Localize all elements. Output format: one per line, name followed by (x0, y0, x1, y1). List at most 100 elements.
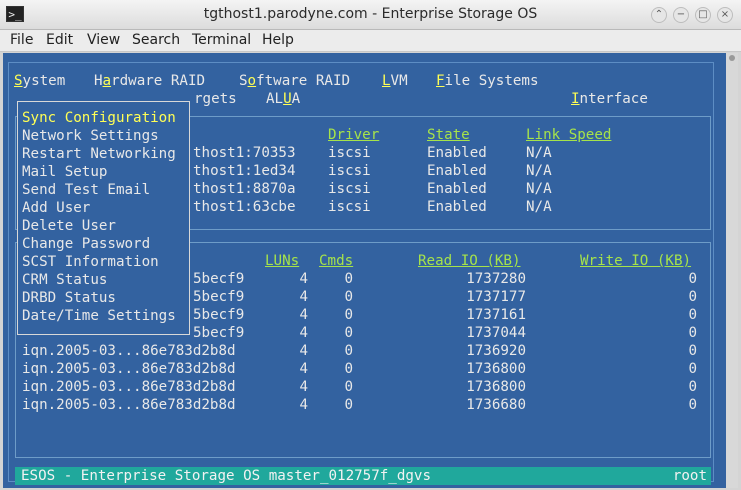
topmenu-file-systems-hotkey: F (436, 73, 445, 89)
terminal-scrollbar[interactable] (726, 53, 738, 488)
topmenu-interface-hotkey: I (571, 91, 580, 107)
session-write-io: 0 (688, 325, 697, 341)
topmenu-alua-hotkey: U (283, 91, 292, 107)
menu-edit[interactable]: Edit (46, 32, 73, 48)
session-luns: 4 (299, 379, 308, 395)
session-write-io: 0 (688, 343, 697, 359)
header-link-speed: Link Speed (526, 127, 612, 143)
menu-help[interactable]: Help (262, 32, 294, 48)
session-luns: 4 (299, 325, 308, 341)
session-name: iqn.2005-03...86e783d2b8d (22, 361, 236, 377)
target-link-speed: N/A (526, 199, 552, 215)
terminal-screen[interactable]: System Hardware RAID Software RAID LVM F… (3, 53, 738, 488)
menu-item-mail-setup[interactable]: Mail Setup (22, 163, 107, 181)
menu-item-sync-configuration[interactable]: Sync Configuration (22, 109, 176, 127)
header-luns: LUNs (265, 253, 300, 269)
topmenu-interface-label: nterface (579, 91, 648, 107)
session-write-io: 0 (688, 397, 697, 413)
menu-item-send-test-email[interactable]: Send Test Email (22, 181, 150, 199)
header-read-io: Read IO (KB) (418, 253, 521, 269)
session-luns: 4 (299, 289, 308, 305)
session-name: 5becf9 (193, 307, 245, 323)
target-link-speed: N/A (526, 181, 552, 197)
topmenu-lvm-label: VM (390, 73, 408, 89)
session-cmds: 0 (344, 379, 353, 395)
target-name: thost1:63cbe (193, 199, 296, 215)
menu-item-network-settings[interactable]: Network Settings (22, 127, 159, 145)
target-name: thost1:8870a (193, 181, 296, 197)
topmenu-alua-post: A (291, 91, 301, 107)
target-driver: iscsi (328, 199, 371, 215)
session-read-io: 1736680 (466, 397, 526, 413)
session-read-io: 1737044 (466, 325, 526, 341)
menu-terminal[interactable]: Terminal (192, 32, 251, 48)
session-cmds: 0 (344, 289, 353, 305)
scrollbar-thumb[interactable] (729, 55, 735, 61)
topmenu-alua[interactable]: ALUA (266, 90, 300, 108)
session-name: iqn.2005-03...86e783d2b8d (22, 397, 236, 413)
menu-item-drbd-status[interactable]: DRBD Status (22, 289, 116, 307)
session-read-io: 1736800 (466, 361, 526, 377)
status-user: root (672, 468, 707, 484)
menu-file[interactable]: File (10, 32, 33, 48)
session-write-io: 0 (688, 307, 697, 323)
session-cmds: 0 (344, 343, 353, 359)
header-state: State (427, 127, 470, 143)
restore-up-icon[interactable]: ⌃ (651, 7, 667, 23)
menu-item-add-user[interactable]: Add User (22, 199, 90, 217)
window-titlebar: >_ tgthost1.parodyne.com - Enterprise St… (0, 0, 741, 30)
topmenu-file-systems-label: ile Systems (444, 73, 539, 89)
target-name: thost1:70353 (193, 145, 296, 161)
menu-item-crm-status[interactable]: CRM Status (22, 271, 107, 289)
session-read-io: 1737161 (466, 307, 526, 323)
target-driver: iscsi (328, 181, 371, 197)
topmenu-software-raid-hotkey: o (247, 73, 257, 89)
maximize-icon[interactable]: □ (695, 7, 711, 23)
session-cmds: 0 (344, 361, 353, 377)
menu-item-delete-user[interactable]: Delete User (22, 217, 116, 235)
session-write-io: 0 (688, 361, 697, 377)
topmenu-software-raid-label: ftware RAID (256, 73, 351, 89)
session-cmds: 0 (344, 325, 353, 341)
target-driver: iscsi (328, 145, 371, 161)
session-read-io: 1736920 (466, 343, 526, 359)
topmenu-hardware-raid[interactable]: Hardware RAID (94, 72, 205, 90)
header-cmds: Cmds (319, 253, 354, 269)
session-cmds: 0 (344, 307, 353, 323)
topmenu-lvm[interactable]: LVM (382, 72, 408, 90)
menu-item-change-password[interactable]: Change Password (22, 235, 150, 253)
topmenu-targets[interactable]: rgets (194, 90, 237, 108)
minimize-icon[interactable]: − (673, 7, 689, 23)
menu-item-date-time-settings[interactable]: Date/Time Settings (22, 307, 176, 325)
system-menu-dropdown: Sync Configuration Network Settings Rest… (17, 101, 190, 335)
session-name: iqn.2005-03...86e783d2b8d (22, 379, 236, 395)
menu-search[interactable]: Search (132, 32, 180, 48)
target-state: Enabled (427, 181, 487, 197)
topmenu-interface[interactable]: Interface (571, 90, 648, 108)
session-read-io: 1737280 (466, 271, 526, 287)
topmenu-hardware-raid-hotkey: a (102, 73, 112, 89)
session-name: 5becf9 (193, 271, 245, 287)
topmenu-alua-pre: AL (266, 91, 284, 107)
session-read-io: 1737177 (466, 289, 526, 305)
topmenu-hardware-raid-pre: H (94, 73, 103, 89)
topmenu-file-systems[interactable]: File Systems (436, 72, 539, 90)
header-write-io: Write IO (KB) (580, 253, 692, 269)
session-read-io: 1736800 (466, 379, 526, 395)
topmenu-system-hotkey: S (14, 73, 23, 89)
menu-view[interactable]: View (87, 32, 120, 48)
topmenu-system[interactable]: System (14, 72, 65, 90)
status-left: ESOS - Enterprise Storage OS master_0127… (21, 468, 431, 484)
session-write-io: 0 (688, 379, 697, 395)
menu-item-scst-information[interactable]: SCST Information (22, 253, 159, 271)
target-link-speed: N/A (526, 163, 552, 179)
session-luns: 4 (299, 343, 308, 359)
topmenu-software-raid[interactable]: Software RAID (239, 72, 350, 90)
topmenu-software-raid-pre: S (239, 73, 248, 89)
session-name: iqn.2005-03...86e783d2b8d (22, 343, 236, 359)
menu-item-restart-networking[interactable]: Restart Networking (22, 145, 176, 163)
session-cmds: 0 (344, 397, 353, 413)
close-icon[interactable]: × (717, 7, 733, 23)
session-name: 5becf9 (193, 289, 245, 305)
topmenu-system-label: ystem (22, 73, 66, 89)
